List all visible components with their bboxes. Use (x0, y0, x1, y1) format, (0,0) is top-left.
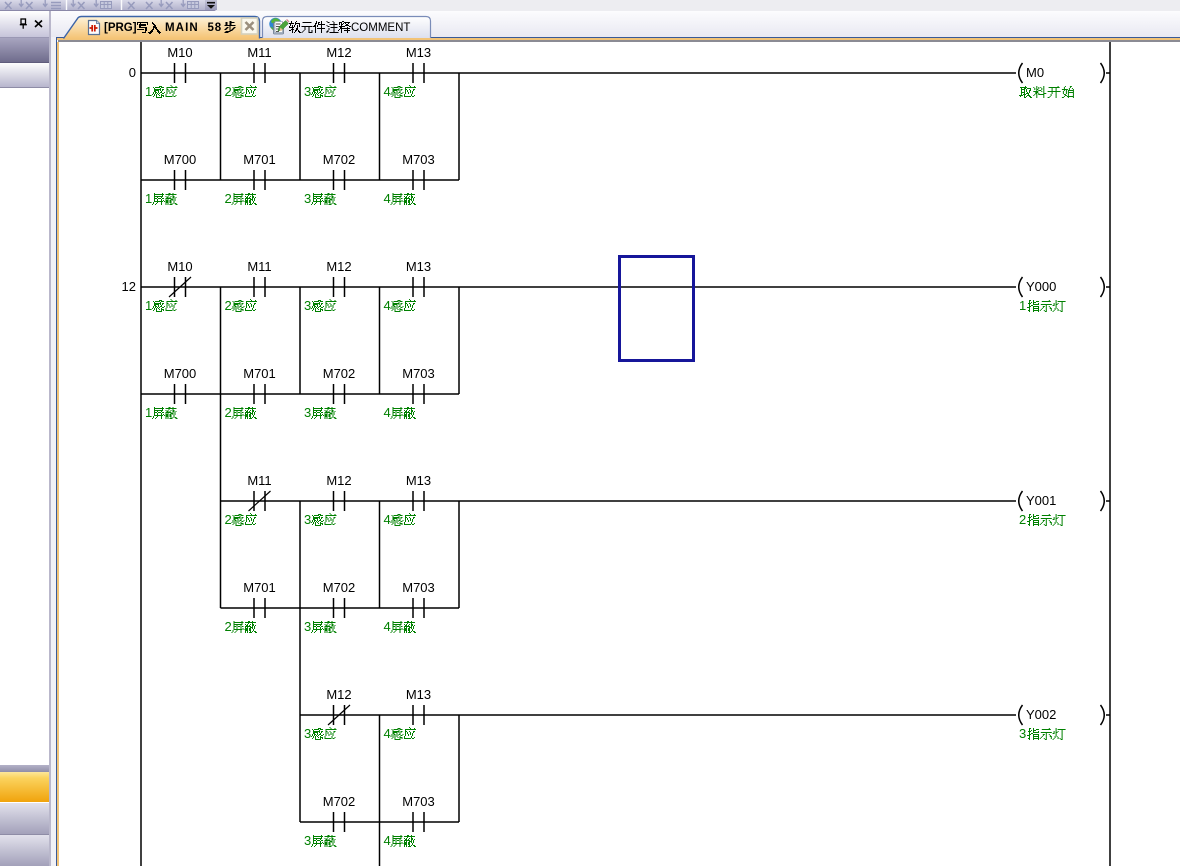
svg-text:M11: M11 (247, 473, 271, 488)
svg-text:2: 2 (225, 298, 232, 313)
svg-text:2: 2 (225, 619, 232, 634)
svg-text:M12: M12 (326, 473, 351, 488)
svg-text:M703: M703 (402, 580, 435, 595)
svg-text:4: 4 (384, 84, 391, 99)
svg-text:M12: M12 (326, 687, 351, 702)
svg-text:M11: M11 (247, 259, 271, 274)
svg-text:4: 4 (384, 191, 391, 206)
svg-text:2: 2 (225, 191, 232, 206)
svg-text:M13: M13 (406, 45, 431, 60)
svg-text:3: 3 (304, 405, 311, 420)
svg-text:0: 0 (129, 65, 136, 80)
svg-text:1: 1 (145, 84, 152, 99)
svg-text:M701: M701 (243, 580, 276, 595)
svg-text:4: 4 (384, 619, 391, 634)
svg-text:4: 4 (384, 405, 391, 420)
svg-text:3: 3 (304, 512, 311, 527)
svg-text:M700: M700 (164, 366, 197, 381)
svg-text:Y001: Y001 (1026, 493, 1056, 508)
svg-text:3: 3 (304, 833, 311, 848)
svg-text:2: 2 (1019, 512, 1026, 527)
svg-text:2: 2 (225, 84, 232, 99)
svg-text:M703: M703 (402, 366, 435, 381)
svg-text:3: 3 (304, 619, 311, 634)
svg-text:3: 3 (304, 726, 311, 741)
svg-text:12: 12 (122, 279, 136, 294)
svg-text:M12: M12 (326, 259, 351, 274)
svg-text:M700: M700 (164, 152, 197, 167)
svg-text:M11: M11 (247, 45, 271, 60)
svg-text:1: 1 (1019, 298, 1026, 313)
svg-text:M13: M13 (406, 259, 431, 274)
svg-text:M10: M10 (167, 45, 192, 60)
svg-text:4: 4 (384, 726, 391, 741)
svg-text:Y000: Y000 (1026, 279, 1056, 294)
svg-text:M702: M702 (323, 580, 356, 595)
svg-text:M702: M702 (323, 152, 356, 167)
svg-text:M0: M0 (1026, 65, 1044, 80)
svg-text:1: 1 (145, 298, 152, 313)
svg-text:3: 3 (304, 84, 311, 99)
svg-text:M13: M13 (406, 687, 431, 702)
svg-text:M10: M10 (167, 259, 192, 274)
svg-text:M702: M702 (323, 794, 356, 809)
svg-text:M702: M702 (323, 366, 356, 381)
svg-text:4: 4 (384, 512, 391, 527)
svg-text:Y002: Y002 (1026, 707, 1056, 722)
svg-text:1: 1 (145, 405, 152, 420)
svg-text:3: 3 (304, 191, 311, 206)
svg-text:M701: M701 (243, 366, 276, 381)
svg-text:M12: M12 (326, 45, 351, 60)
svg-text:M703: M703 (402, 794, 435, 809)
svg-text:3: 3 (1019, 726, 1026, 741)
svg-text:4: 4 (384, 298, 391, 313)
svg-text:M701: M701 (243, 152, 276, 167)
svg-text:4: 4 (384, 833, 391, 848)
svg-text:2: 2 (225, 512, 232, 527)
svg-text:2: 2 (225, 405, 232, 420)
svg-text:M13: M13 (406, 473, 431, 488)
svg-text:1: 1 (145, 191, 152, 206)
svg-text:3: 3 (304, 298, 311, 313)
svg-text:M703: M703 (402, 152, 435, 167)
